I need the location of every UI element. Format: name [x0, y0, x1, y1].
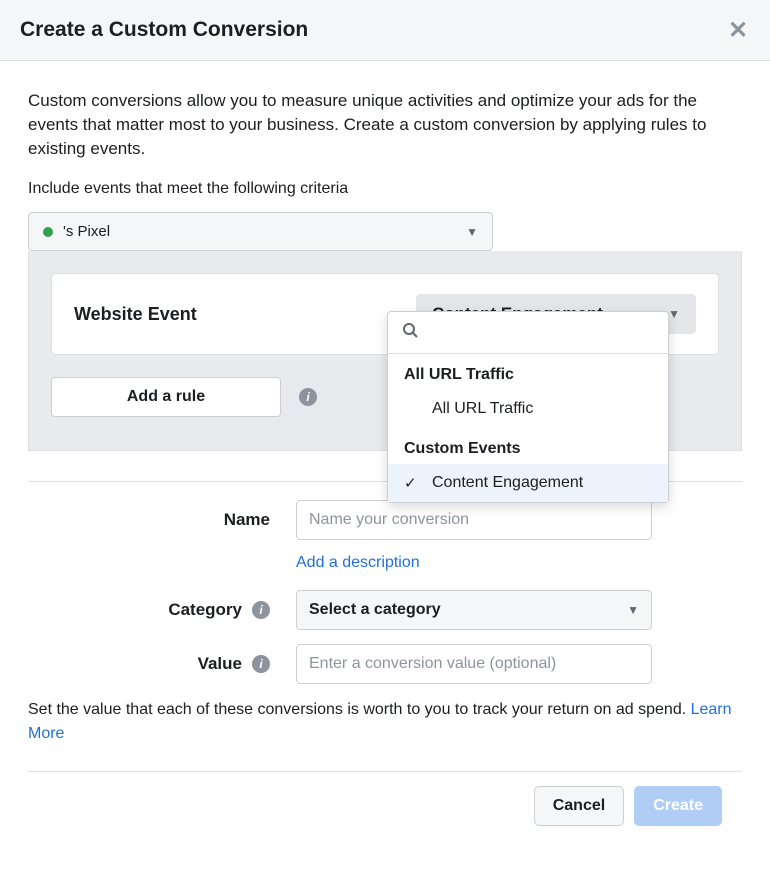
category-placeholder: Select a category [309, 601, 441, 619]
dropdown-item-all-url-traffic[interactable]: All URL Traffic [388, 390, 668, 428]
status-dot-icon [43, 227, 53, 237]
name-label: Name [28, 510, 296, 530]
dropdown-search-input[interactable] [426, 324, 654, 341]
value-field-row: Value i [28, 644, 742, 684]
info-icon[interactable]: i [299, 388, 317, 406]
website-event-label: Website Event [74, 304, 197, 325]
create-button[interactable]: Create [634, 786, 722, 826]
modal-footer: Cancel Create [28, 771, 742, 826]
name-field-row: Name [28, 500, 742, 540]
dropdown-group-header: All URL Traffic [388, 354, 668, 390]
value-label: Value [198, 654, 242, 674]
modal-title: Create a Custom Conversion [20, 18, 308, 42]
dropdown-item-label: All URL Traffic [432, 400, 533, 418]
add-description-link[interactable]: Add a description [296, 554, 742, 572]
pixel-select-value: 's Pixel [43, 223, 110, 240]
description-text: Custom conversions allow you to measure … [28, 89, 742, 160]
dropdown-group-header: Custom Events [388, 428, 668, 464]
pixel-name: 's Pixel [63, 223, 110, 240]
value-help-body: Set the value that each of these convers… [28, 701, 691, 718]
modal-header: Create a Custom Conversion ✕ [0, 0, 770, 61]
category-label: Category [168, 600, 242, 620]
include-criteria-label: Include events that meet the following c… [28, 180, 742, 198]
search-icon [402, 322, 418, 343]
info-icon[interactable]: i [252, 601, 270, 619]
dropdown-item-label: Content Engagement [432, 474, 583, 492]
category-field-row: Category i Select a category ▼ [28, 590, 742, 630]
dropdown-search [388, 312, 668, 354]
chevron-down-icon: ▼ [627, 603, 639, 617]
name-input[interactable] [296, 500, 652, 540]
value-help-text: Set the value that each of these convers… [28, 698, 742, 744]
pixel-select[interactable]: 's Pixel ▼ [28, 212, 493, 251]
value-input[interactable] [296, 644, 652, 684]
close-icon[interactable]: ✕ [726, 18, 750, 42]
add-rule-button[interactable]: Add a rule [51, 377, 281, 417]
event-dropdown: All URL Traffic All URL Traffic Custom E… [387, 311, 669, 503]
chevron-down-icon: ▼ [668, 307, 680, 321]
dropdown-item-content-engagement[interactable]: ✓ Content Engagement [388, 464, 668, 502]
check-icon: ✓ [404, 474, 417, 492]
cancel-button[interactable]: Cancel [534, 786, 624, 826]
criteria-container: Website Event Content Engagement ▼ Add a… [28, 251, 742, 451]
chevron-down-icon: ▼ [466, 225, 478, 239]
category-select[interactable]: Select a category ▼ [296, 590, 652, 630]
info-icon[interactable]: i [252, 655, 270, 673]
modal-body: Custom conversions allow you to measure … [0, 61, 770, 826]
